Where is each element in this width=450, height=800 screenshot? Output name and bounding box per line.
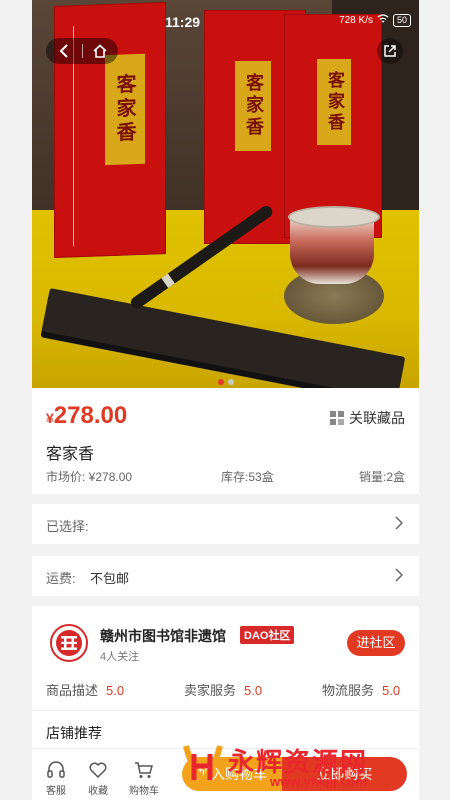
customer-service-button[interactable]: 客服 [36,761,76,797]
shipping-row[interactable]: 运费: 不包邮 [32,556,419,596]
share-button[interactable] [377,38,403,64]
cart-icon [135,762,153,778]
share-icon [384,45,396,57]
chevron-right-icon [395,568,404,587]
dao-badge: DAO社区 [240,626,295,644]
market-price: 市场价: ¥278.00 [46,470,133,484]
product-book-right: 客家香 [284,14,382,238]
home-button[interactable] [82,38,118,64]
sales-count: 销量:2盒 [358,470,405,484]
shipping-value: 不包邮 [90,571,130,586]
cart-button[interactable]: 购物车 [124,761,164,797]
carousel-dot-active[interactable] [217,379,224,385]
watermark-url: www.yhkjjj.com [270,774,368,789]
watermark-logo [183,745,223,785]
chevron-left-icon [59,44,68,58]
score-logistics: 物流服务 5.0 [322,683,401,698]
selection-label: 已选择: [46,519,89,534]
stock-count: 库存:53盒 [221,470,274,484]
chevron-right-icon [395,516,404,535]
product-price: ¥278.00 [46,402,128,429]
grid-icon [330,411,344,425]
shop-name[interactable]: 赣州市图书馆非遗馆 [100,626,226,646]
enter-community-button[interactable]: 进社区 [347,630,405,656]
favorite-button[interactable]: 收藏 [78,761,118,797]
wifi-icon [377,14,389,27]
shipping-label: 运费: [46,571,76,586]
battery-icon: 50 [392,14,411,27]
heart-icon [89,762,107,779]
network-speed: 728 K/s [339,15,373,26]
back-button[interactable] [46,38,82,64]
shop-recommend-title: 店铺推荐 [46,725,102,741]
score-description: 商品描述 5.0 [46,683,125,698]
carousel-dots [32,372,419,388]
selection-row[interactable]: 已选择: [32,504,419,544]
home-icon [93,44,107,58]
status-bar: 11:29 728 K/s 50 [32,10,419,32]
headset-icon [47,761,65,778]
nav-pill [46,38,118,64]
product-title: 客家香 [46,446,95,463]
score-seller-service: 卖家服务 5.0 [184,683,263,698]
product-page: 客家香 客家香 客家香 11:29 728 K/s 50 ¥278.00 关联藏… [32,0,419,800]
status-time: 11:29 [165,14,201,30]
shop-followers: 4人关注 [100,651,140,663]
shop-logo[interactable] [50,624,88,662]
watermark: 永辉资源网 www.yhkjjj.com [180,738,390,798]
product-info: ¥278.00 关联藏品 客家香 市场价: ¥278.00 库存:53盒 销量:… [32,388,419,494]
related-collection-link[interactable]: 关联藏品 [329,408,405,428]
product-image[interactable]: 客家香 客家香 客家香 11:29 728 K/s 50 [32,0,419,388]
carousel-dot[interactable] [227,379,234,385]
